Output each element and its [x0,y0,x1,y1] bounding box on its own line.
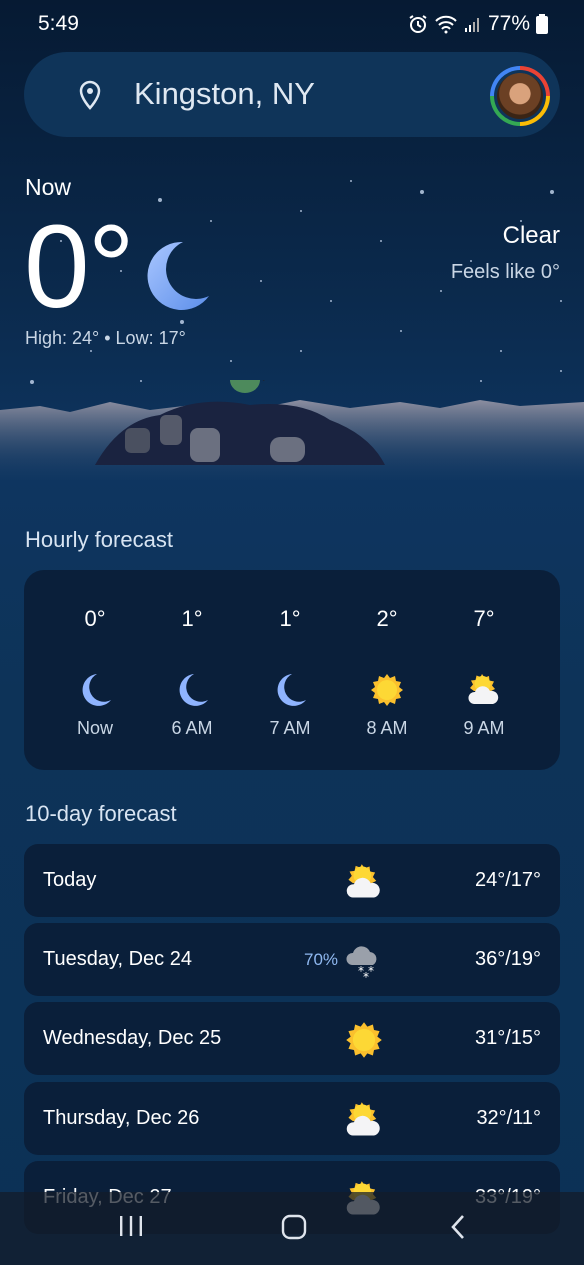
partly-cloudy-icon [344,862,384,902]
daily-day: Tuesday, Dec 24 [43,948,192,970]
daily-temps: 24°/17° [474,869,541,891]
daily-day: Today [43,869,97,891]
daily-row[interactable]: Today 24°/17° [24,844,560,917]
star [210,220,212,222]
daily-forecast-title: 10-day forecast [25,801,177,826]
star [300,210,302,212]
star [350,180,352,182]
alarm-icon [409,15,427,33]
location-name: Kingston, NY [134,76,315,111]
now-label: Now [25,174,72,200]
system-navigation-bar [0,1192,584,1265]
status-icons: 77% [408,12,548,36]
star [440,290,442,292]
star [30,380,34,384]
star [300,350,302,352]
hourly-temp: 2° [376,606,398,631]
sun-icon [344,1020,384,1060]
recent-apps-icon[interactable] [118,1214,144,1238]
wifi-icon [435,15,457,34]
star [140,380,142,382]
moon-icon [272,672,308,708]
precip-chance: 70% [304,950,339,969]
hourly-temp: 1° [181,606,203,631]
svg-text:*: * [363,970,369,981]
star [560,370,562,372]
hourly-forecast-title: Hourly forecast [25,527,173,552]
hourly-temp: 1° [279,606,301,631]
current-condition: Clear [502,222,560,249]
back-icon[interactable] [448,1214,468,1240]
daily-temps: 31°/15° [474,1027,541,1049]
moon-icon [174,672,210,708]
star [420,190,424,194]
battery-percent: 77% [487,12,530,35]
hourly-temp: 7° [473,606,495,631]
daily-day: Thursday, Dec 26 [43,1107,200,1129]
star [500,350,502,352]
star [550,190,554,194]
partly-cloudy-icon [344,1100,384,1140]
star [480,380,482,382]
hourly-time: 9 AM [463,718,505,738]
location-pin-icon [79,80,101,110]
status-bar: 5:49 77% [0,0,584,52]
star [90,350,92,352]
daily-temps: 36°/19° [474,948,541,970]
hourly-time: 7 AM [269,718,311,738]
location-search-bar[interactable]: Kingston, NY [24,52,560,137]
home-icon[interactable] [281,1214,307,1240]
snow-cloud-icon: * * * [344,941,384,984]
star [560,300,562,302]
daily-row[interactable]: Wednesday, Dec 25 31°/15° [24,1002,560,1075]
signal-icon [464,18,479,32]
hourly-time: 8 AM [366,718,408,738]
star [180,320,184,324]
hourly-time: Now [76,718,113,738]
star [330,300,332,302]
landscape-illustration [0,359,584,480]
daily-day: Wednesday, Dec 25 [43,1027,222,1049]
crescent-moon-icon [147,241,209,310]
current-temperature: 0° [24,201,135,333]
partly-cloudy-icon [466,672,502,708]
hourly-time: 6 AM [171,718,213,738]
status-time: 5:49 [38,12,79,35]
daily-row[interactable]: Thursday, Dec 26 32°/11° [24,1082,560,1155]
moon-icon [77,672,113,708]
sun-icon [369,672,405,708]
hourly-forecast-card[interactable]: 0° Now 1° 6 AM 1° 7 AM 2° 8 AM 7° 9 AM [24,570,560,770]
daily-temps: 32°/11° [476,1107,541,1129]
star [158,198,162,202]
daily-row[interactable]: Tuesday, Dec 24 70% * * * 36°/19° [24,923,560,996]
high-low-temperature: High: 24° • Low: 17° [25,328,186,348]
feels-like: Feels like 0° [450,261,560,283]
hourly-temp: 0° [84,606,106,631]
star [400,330,402,332]
star [260,280,262,282]
account-avatar[interactable] [490,66,550,126]
star [230,360,232,362]
battery-icon [536,14,548,34]
star [380,240,382,242]
